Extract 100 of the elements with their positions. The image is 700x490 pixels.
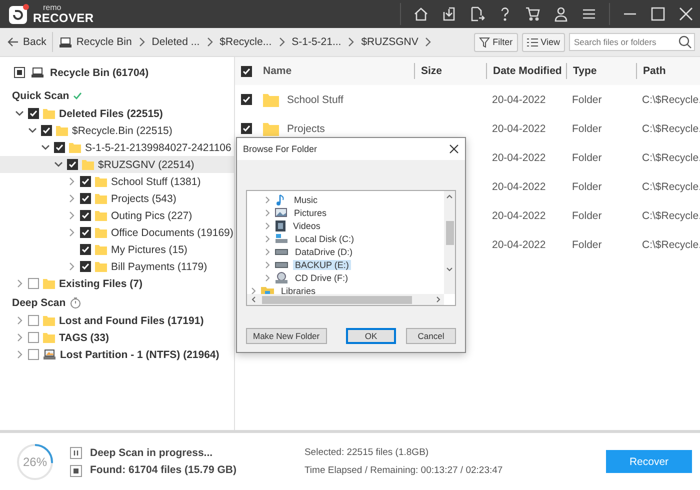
checkbox[interactable] <box>14 67 25 78</box>
folder-tree-item[interactable]: Videos <box>291 220 322 230</box>
home-icon[interactable] <box>413 6 429 22</box>
list-icon[interactable] <box>526 36 538 48</box>
checkbox[interactable] <box>28 315 39 326</box>
chevron-right-icon[interactable] <box>14 333 24 342</box>
chevron-right-icon[interactable] <box>66 262 76 271</box>
chevron-right-icon[interactable] <box>66 177 76 186</box>
chevron-down-icon[interactable] <box>14 109 24 118</box>
chevron-right-icon[interactable] <box>66 194 76 203</box>
dialog-button[interactable]: Make New Folder <box>246 328 327 344</box>
tree-row[interactable]: Office Documents (19169) <box>0 224 234 241</box>
maximize-icon[interactable] <box>650 6 666 22</box>
tree-item-label[interactable]: Lost and Found Files (17191) <box>59 314 204 326</box>
column-header[interactable]: Type <box>566 63 636 79</box>
drive-icon[interactable] <box>59 36 72 48</box>
column-header[interactable]: Date Modified <box>486 63 566 79</box>
breadcrumb-item[interactable]: Recycle Bin <box>57 34 134 50</box>
stop-icon[interactable] <box>70 464 82 476</box>
chevron-right-icon[interactable] <box>14 350 24 359</box>
tree-item-label[interactable]: School Stuff (1381) <box>111 176 201 188</box>
folder-tree-item[interactable]: CD Drive (F:) <box>293 272 350 282</box>
chevron-down-icon[interactable] <box>40 143 50 152</box>
chevron-right-icon[interactable] <box>14 279 24 288</box>
checkbox[interactable] <box>80 193 91 204</box>
checkbox[interactable] <box>41 125 52 136</box>
chevron-down-icon[interactable] <box>28 126 36 135</box>
scroll-thumb[interactable] <box>446 221 454 245</box>
dialog-button[interactable]: OK <box>346 328 396 344</box>
tree-item-label[interactable]: Bill Payments (1179) <box>111 260 208 272</box>
back-button[interactable]: Back <box>5 34 48 50</box>
breadcrumb-item[interactable]: Deleted ... <box>150 34 202 50</box>
tree-item-label[interactable]: Lost Partition - 1 (NTFS) (21964) <box>60 348 220 360</box>
chevron-right-icon[interactable] <box>66 228 76 237</box>
tree-item-label[interactable]: Recycle Bin (61704) <box>50 66 149 78</box>
folder-tree-item[interactable]: Pictures <box>292 208 329 218</box>
tree-row[interactable]: $RUZSGNV (22514) <box>0 156 234 173</box>
tree-row[interactable]: TAGS (33) <box>0 329 234 346</box>
filter-icon[interactable] <box>478 36 490 48</box>
tree-row[interactable]: School Stuff (1381) <box>0 173 234 190</box>
chevron-down-icon[interactable] <box>54 160 62 169</box>
filter-button[interactable]: Filter <box>474 32 518 52</box>
vertical-scrollbar[interactable] <box>444 191 455 294</box>
tree-item-label[interactable]: Office Documents (19169) <box>111 226 234 238</box>
checkbox[interactable] <box>54 142 65 153</box>
horizontal-scrollbar[interactable] <box>247 294 444 305</box>
tree-row[interactable]: Deleted Files (22515) <box>0 105 234 122</box>
search-field[interactable]: Search files or folders <box>569 33 695 51</box>
back-arrow-icon[interactable] <box>7 36 19 48</box>
tree-row[interactable]: Outing Pics (227) <box>0 207 234 224</box>
chevron-right-icon[interactable] <box>251 286 256 294</box>
breadcrumb-item[interactable]: $RUZSGNV <box>359 34 420 50</box>
folder-tree-item[interactable]: DataDrive (D:) <box>293 246 355 256</box>
checkbox[interactable] <box>28 108 39 119</box>
checkbox[interactable] <box>241 123 252 134</box>
breadcrumb-item[interactable]: S-1-5-21... <box>290 34 344 50</box>
tree-item-label[interactable]: Projects (543) <box>111 192 176 204</box>
file-export-icon[interactable] <box>469 6 485 22</box>
view-button[interactable]: View <box>522 32 565 52</box>
close-icon[interactable] <box>449 144 459 154</box>
chevron-right-icon[interactable] <box>66 211 76 220</box>
checkbox[interactable] <box>67 159 78 170</box>
checkbox[interactable] <box>80 261 91 272</box>
tree-row[interactable]: Existing Files (7) <box>0 275 234 292</box>
tree-row[interactable]: Bill Payments (1179) <box>0 258 234 275</box>
user-icon[interactable] <box>553 6 569 22</box>
tree-item-label[interactable]: Existing Files (7) <box>59 278 142 290</box>
select-all-checkbox[interactable] <box>241 66 252 76</box>
pause-icon[interactable] <box>70 446 82 458</box>
column-header[interactable]: Name <box>263 63 414 79</box>
tree-row[interactable]: $Recycle.Bin (22515) <box>0 122 234 139</box>
tree-row[interactable]: Projects (543) <box>0 190 234 207</box>
tree-item-label[interactable]: $RUZSGNV (22514) <box>98 158 194 170</box>
cart-icon[interactable] <box>525 6 541 22</box>
column-header[interactable]: Path <box>636 63 700 79</box>
checkbox[interactable] <box>80 244 91 255</box>
search-icon[interactable] <box>678 35 692 49</box>
dialog-button[interactable]: Cancel <box>406 328 456 344</box>
folder-tree-item[interactable]: Libraries <box>279 286 318 294</box>
scroll-thumb[interactable] <box>262 296 412 304</box>
tree-row[interactable]: Lost and Found Files (17191) <box>0 312 234 329</box>
folder-tree-item[interactable]: BACKUP (E:) <box>293 260 351 270</box>
checkbox[interactable] <box>28 278 39 289</box>
tree-row[interactable]: S-1-5-21-2139984027-2421106 <box>0 139 234 156</box>
checkbox[interactable] <box>241 94 252 105</box>
tree-item-label[interactable]: $Recycle.Bin (22515) <box>72 124 172 136</box>
folder-tree-item[interactable]: Local Disk (C:) <box>293 234 356 244</box>
tree-item-label[interactable]: Outing Pics (227) <box>111 210 192 222</box>
tree-item-label[interactable]: TAGS (33) <box>59 332 109 344</box>
checkbox[interactable] <box>80 176 91 187</box>
scroll-left-icon[interactable] <box>251 296 256 303</box>
column-header[interactable]: Size <box>414 63 486 79</box>
breadcrumb-item[interactable]: $Recycle... <box>218 34 274 50</box>
checkbox[interactable] <box>80 227 91 238</box>
tree-item-label[interactable]: Deleted Files (22515) <box>59 108 163 120</box>
chevron-right-icon[interactable] <box>14 316 24 325</box>
folder-tree-item[interactable]: Music <box>292 194 320 204</box>
scroll-down-icon[interactable] <box>446 267 453 272</box>
tree-item-label[interactable]: S-1-5-21-2139984027-2421106 <box>85 142 232 154</box>
checkbox[interactable] <box>28 332 39 343</box>
